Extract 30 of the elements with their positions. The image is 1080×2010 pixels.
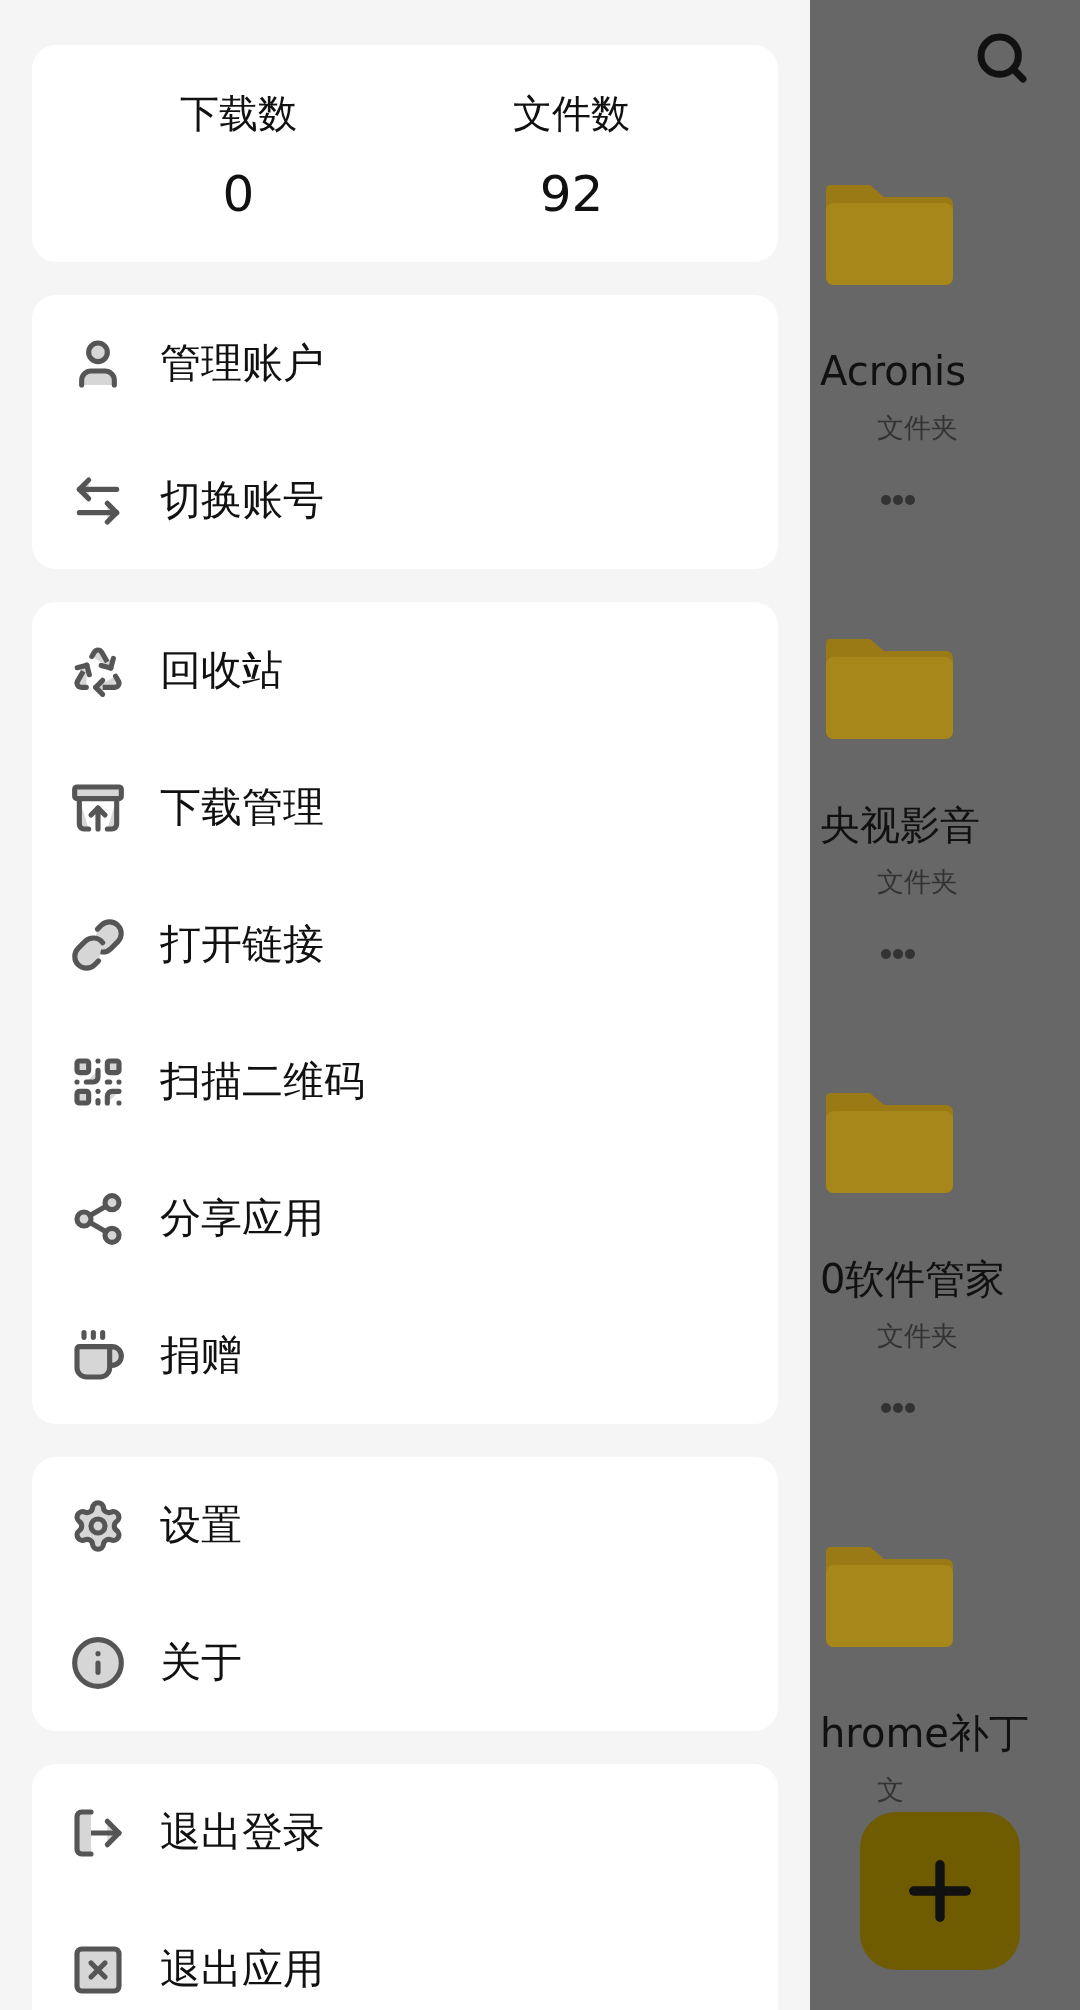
menu-item[interactable]: 关于	[32, 1594, 778, 1731]
folder-icon	[826, 185, 953, 285]
link-icon	[70, 916, 126, 973]
folder-name: 央视影音	[820, 801, 980, 850]
menu-item[interactable]: 捐赠	[32, 1287, 778, 1424]
stat-value: 0	[222, 165, 255, 222]
stat-value: 92	[539, 165, 604, 222]
more-icon[interactable]	[881, 495, 915, 505]
menu-item[interactable]: 打开链接	[32, 876, 778, 1013]
folder-icon	[826, 639, 953, 739]
menu-item[interactable]: 切换账号	[32, 432, 778, 569]
info-icon	[70, 1634, 126, 1691]
more-icon[interactable]	[881, 1403, 915, 1413]
menu-item[interactable]: 设置	[32, 1457, 778, 1594]
more-icon[interactable]	[881, 949, 915, 959]
folder-name: hrome补丁	[820, 1709, 1029, 1758]
menu-item[interactable]: 回收站	[32, 602, 778, 739]
menu-item[interactable]: 分享应用	[32, 1150, 778, 1287]
folder-name: Acronis	[820, 347, 966, 396]
add-button[interactable]	[860, 1812, 1020, 1970]
folder-name: 0软件管家	[820, 1255, 1006, 1304]
menu-item[interactable]: 退出应用	[32, 1901, 778, 2010]
stat-label: 下载数	[180, 90, 297, 139]
menu-item[interactable]: 管理账户	[32, 295, 778, 432]
folder-icon	[826, 1093, 953, 1193]
menu-item[interactable]: 退出登录	[32, 1764, 778, 1901]
menu-item[interactable]: 扫描二维码	[32, 1013, 778, 1150]
folder-icon	[826, 1547, 953, 1647]
menu-item[interactable]: 下载管理	[32, 739, 778, 876]
stat-label: 文件数	[513, 90, 630, 139]
